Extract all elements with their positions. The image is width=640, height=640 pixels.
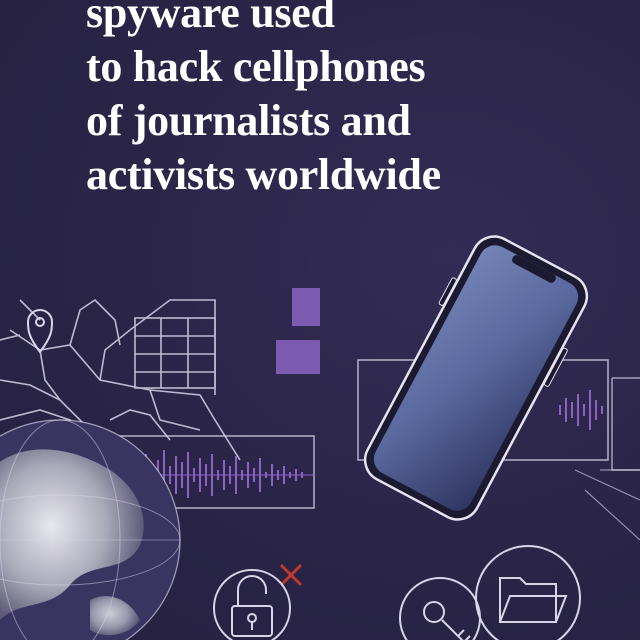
headline-line: activists worldwide [86, 150, 441, 199]
headline-line: spyware used [86, 0, 335, 37]
smartphone [363, 235, 589, 521]
accent-block-top [292, 288, 320, 326]
map-pin-icon [26, 309, 54, 354]
headline-line: to hack cellphones [86, 42, 426, 91]
globe [0, 419, 181, 640]
headline: spyware used to hack cellphones of journ… [86, 0, 626, 202]
wire-lines-right [574, 469, 640, 541]
frame-outline-corner [611, 377, 640, 471]
accent-block-bottom [276, 340, 320, 374]
folder-icon [475, 545, 581, 640]
article-hero: spyware used to hack cellphones of journ… [0, 0, 640, 640]
x-mark-icon [280, 564, 302, 586]
unlocked-padlock-icon [213, 569, 291, 640]
key-icon [399, 577, 481, 640]
audio-waveform-right [559, 390, 603, 430]
headline-line: of journalists and [86, 96, 411, 145]
